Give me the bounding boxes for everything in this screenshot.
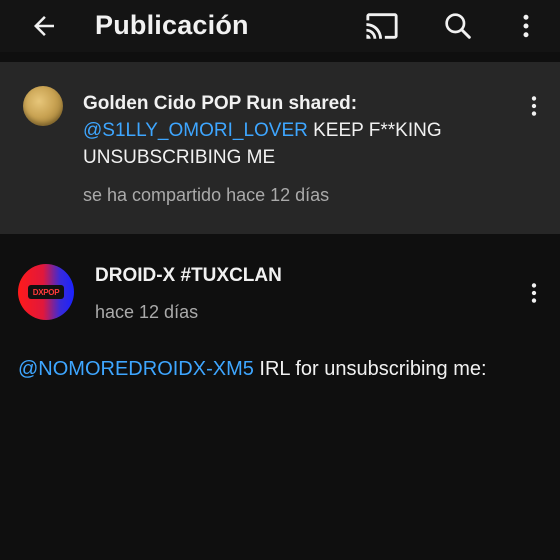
shared-post-menu-button[interactable] xyxy=(518,86,550,126)
sharer-avatar[interactable] xyxy=(23,86,63,126)
avatar-logo: DXPOP xyxy=(28,285,64,299)
shared-post-text: Golden Cido POP Run shared: @S1LLY_OMORI… xyxy=(83,90,503,171)
post-message: IRL for unsubscribing me: xyxy=(253,358,487,380)
shared-post-card[interactable]: Golden Cido POP Run shared: @S1LLY_OMORI… xyxy=(0,62,560,234)
post-mention-link[interactable]: @NOMOREDROIDX-XM5 xyxy=(18,358,254,380)
cast-button[interactable] xyxy=(362,6,402,46)
post-timestamp: hace 12 días xyxy=(95,302,199,322)
shared-timestamp: se ha compartido hace 12 días xyxy=(83,185,330,205)
back-button[interactable] xyxy=(24,6,64,46)
page-title: Publicación xyxy=(95,10,249,40)
app-screen: Publicación Golden Cido POP Run shared: … xyxy=(0,0,560,560)
cast-icon xyxy=(366,13,398,39)
more-vert-icon xyxy=(531,283,537,303)
top-app-bar: Publicación xyxy=(0,0,560,52)
more-vert-icon xyxy=(523,14,529,38)
sharer-name[interactable]: Golden Cido POP Run shared: xyxy=(83,93,357,114)
back-arrow-icon xyxy=(34,16,54,36)
post-menu-button[interactable] xyxy=(518,273,550,313)
search-button[interactable] xyxy=(438,6,478,46)
shared-mention-link[interactable]: @S1LLY_OMORI_LOVER xyxy=(83,120,308,141)
search-icon xyxy=(445,13,471,39)
post-author-name[interactable]: DROID-X #TUXCLAN xyxy=(95,263,282,289)
post-body: @NOMOREDROIDX-XM5 IRL for unsubscribing … xyxy=(18,354,548,384)
more-vert-icon xyxy=(531,96,537,116)
more-options-button[interactable] xyxy=(506,6,546,46)
post-author-avatar[interactable]: DXPOP xyxy=(18,264,74,320)
